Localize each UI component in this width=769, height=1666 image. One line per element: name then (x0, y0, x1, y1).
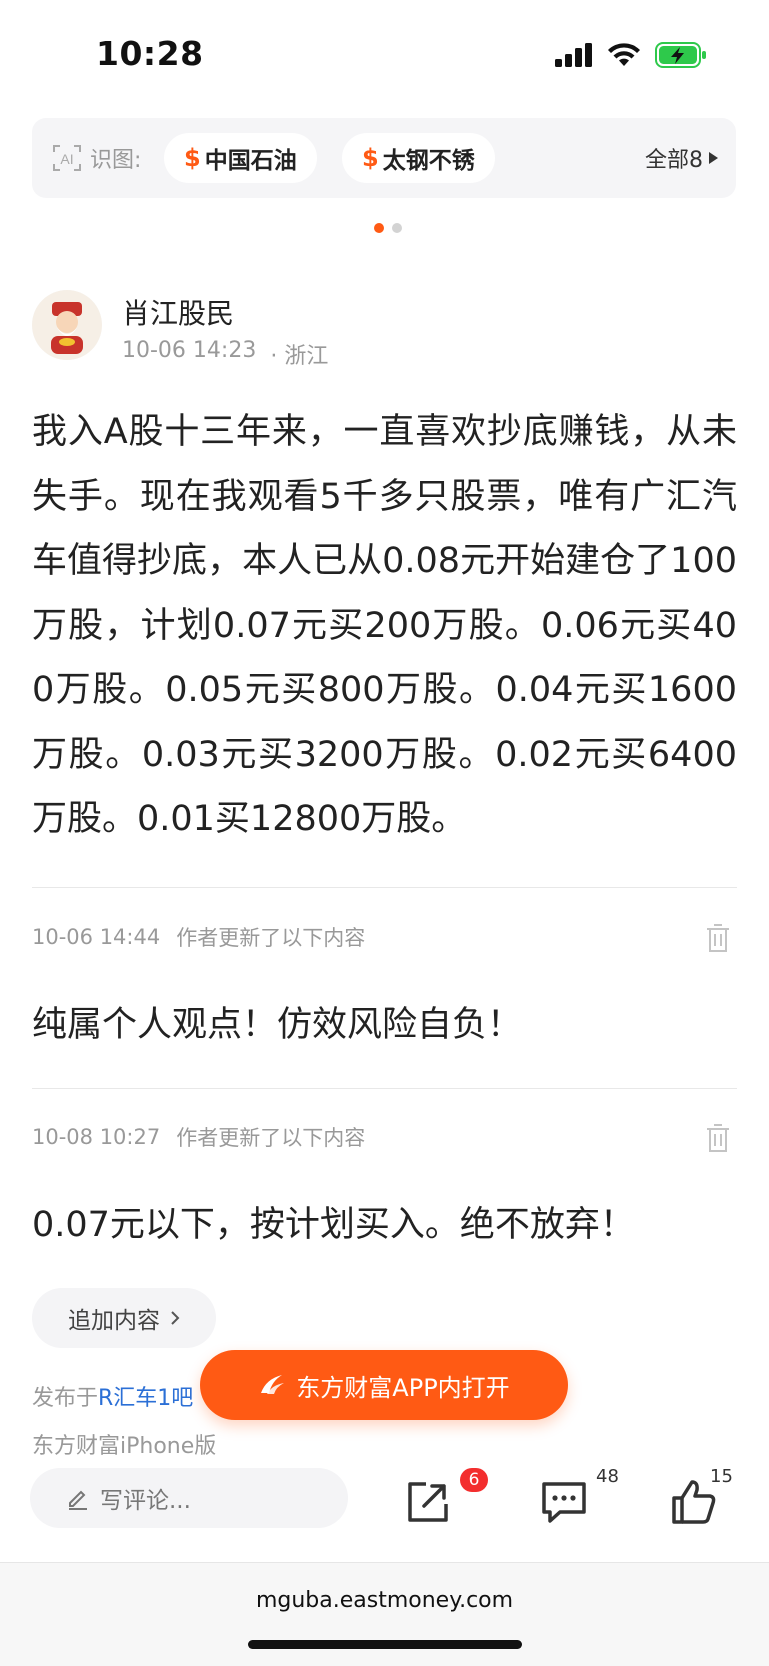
post-location: · 浙江 (270, 344, 329, 369)
post-time: 10-06 14:23 (122, 338, 257, 363)
browser-footer (0, 1562, 769, 1666)
comment-count: 48 (596, 1466, 619, 1487)
ai-label-text: 识图: (90, 148, 142, 173)
post-body: 我入A股十三年来，一直喜欢抄底赚钱，从未失手。现在我观看5千多只股票，唯有广汇汽… (32, 412, 737, 839)
wifi-icon (608, 43, 640, 66)
comment-placeholder: 写评论... (100, 1488, 191, 1514)
dollar-icon: $ (362, 144, 379, 172)
home-indicator[interactable] (248, 1640, 522, 1649)
chevron-right-icon (171, 1311, 180, 1325)
open-in-app-button[interactable]: 东方财富APP内打开 (200, 1350, 568, 1420)
status-icons (555, 40, 707, 70)
trash-icon[interactable] (705, 922, 731, 954)
avatar-caishen-icon (32, 290, 102, 360)
update-text: 纯属个人观点！仿效风险自负！ (32, 1005, 523, 1045)
open-in-app-label: 东方财富APP内打开 (296, 1373, 510, 1402)
bar-link[interactable]: R汇车1吧 (98, 1386, 193, 1411)
stock-chip-label: 太钢不锈 (382, 148, 475, 174)
pager-dot (392, 223, 402, 233)
browser-url[interactable]: mguba.eastmoney.com (0, 1588, 769, 1613)
status-time: 10:28 (96, 34, 204, 73)
triangle-right-icon (709, 152, 718, 164)
svg-text:AI: AI (60, 151, 73, 167)
eastmoney-logo-icon (261, 1375, 285, 1394)
ai-recognize-label: AI 识图: (52, 140, 141, 176)
update-time: 10-06 14:44 (32, 925, 161, 949)
pager-dot-active (374, 223, 384, 233)
comment-icon[interactable] (540, 1478, 588, 1526)
avatar[interactable] (32, 290, 102, 360)
author-meta: 10-06 14:23 · 浙江 (122, 338, 328, 370)
client-info: 东方财富iPhone版 (32, 1434, 217, 1459)
battery-charging-icon (655, 42, 706, 68)
update-meta: 10-08 10:27 作者更新了以下内容 (32, 1122, 365, 1152)
update-meta: 10-06 14:44 作者更新了以下内容 (32, 922, 365, 952)
append-content-label: 追加内容 (68, 1308, 160, 1334)
dollar-icon: $ (184, 144, 201, 172)
ai-scan-icon: AI (53, 145, 81, 171)
cellular-signal-icon (555, 43, 592, 67)
divider (32, 1088, 737, 1089)
publish-prefix: 发布于 (32, 1386, 99, 1411)
update-note: 作者更新了以下内容 (176, 1126, 366, 1150)
divider (32, 887, 737, 888)
publish-info: 发布于R汇车1吧 (32, 1380, 193, 1412)
comment-input[interactable]: 写评论... (30, 1468, 348, 1528)
trash-icon[interactable] (705, 1122, 731, 1154)
share-icon[interactable] (404, 1478, 452, 1526)
author-name[interactable]: 肖江股民 (122, 292, 234, 332)
stock-chip-zhongguoshiyou[interactable]: $ 中国石油 (164, 133, 317, 183)
stock-chip-label: 中国石油 (204, 148, 297, 174)
stock-chip-taigangbuxiu[interactable]: $ 太钢不锈 (342, 133, 495, 183)
update-note: 作者更新了以下内容 (176, 926, 366, 950)
update-time: 10-08 10:27 (32, 1125, 161, 1149)
all-stocks-link[interactable]: 全部8 (645, 140, 719, 176)
carousel-pager (374, 223, 402, 233)
update-text: 0.07元以下，按计划买入。绝不放弃！ (32, 1205, 635, 1245)
pencil-icon (69, 1490, 87, 1510)
all-stocks-label: 全部8 (645, 148, 703, 173)
share-badge: 6 (460, 1468, 488, 1492)
append-content-button[interactable]: 追加内容 (32, 1288, 216, 1348)
like-count: 15 (710, 1466, 733, 1487)
